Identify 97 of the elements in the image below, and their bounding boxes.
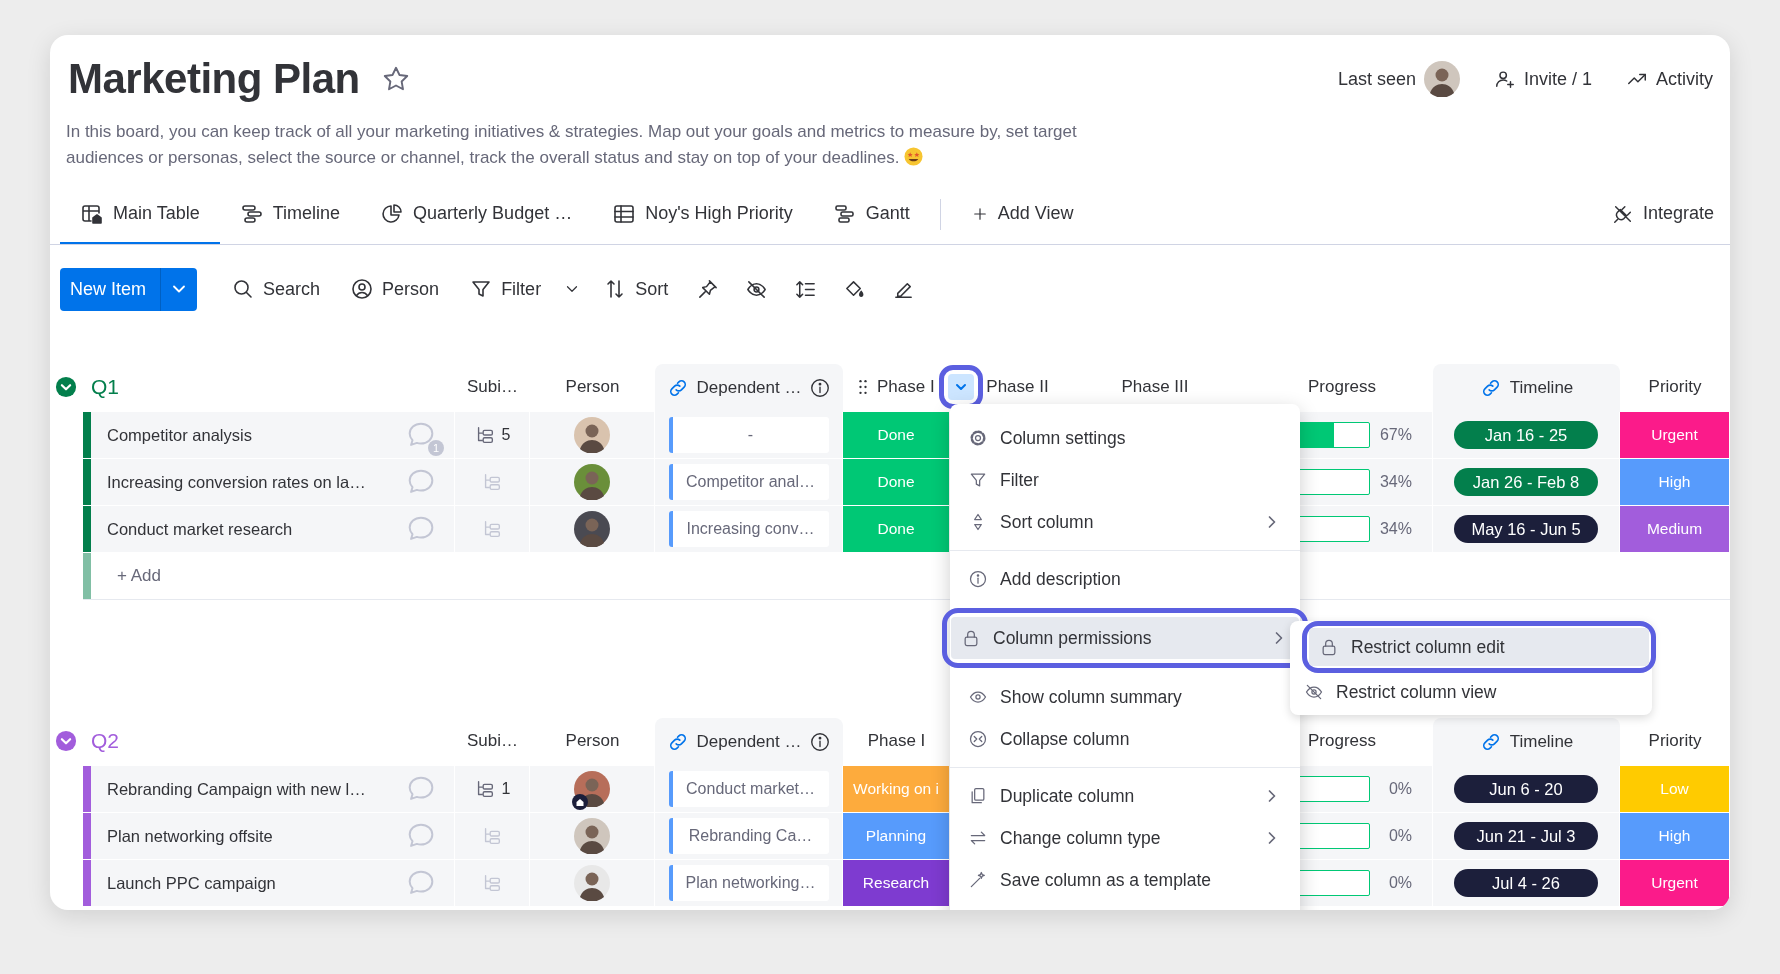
- person-plus-icon: [1493, 68, 1516, 90]
- menu-item[interactable]: Change column type: [958, 817, 1292, 859]
- column-header: Timeline: [1509, 731, 1574, 754]
- dependency-field[interactable]: -: [668, 417, 829, 453]
- activity-button[interactable]: Activity: [1621, 58, 1718, 100]
- view-tab[interactable]: Noy's High Priority: [592, 185, 813, 244]
- gear-icon: [968, 428, 988, 448]
- timeline-pill[interactable]: Jul 4 - 26: [1454, 869, 1598, 897]
- search-button[interactable]: Search: [219, 269, 333, 309]
- menu-item[interactable]: Column permissions: [951, 617, 1299, 659]
- menu-item[interactable]: Sort column: [958, 501, 1292, 543]
- invite-button[interactable]: Invite / 1: [1488, 58, 1597, 100]
- board-title: Marketing Plan: [68, 54, 360, 104]
- dependency-field[interactable]: Increasing conv…: [668, 511, 829, 547]
- status-label[interactable]: Research: [843, 860, 949, 906]
- group-title[interactable]: Q2: [91, 725, 119, 757]
- item-name[interactable]: Plan networking offsite: [91, 823, 404, 849]
- timeline-pill[interactable]: Jan 26 - Feb 8: [1454, 468, 1598, 496]
- progress-percent: 34%: [1379, 472, 1412, 492]
- group-title[interactable]: Q1: [91, 371, 119, 403]
- item-name[interactable]: Increasing conversion rates on la…: [91, 469, 404, 495]
- column-header: Phase III: [1121, 376, 1189, 399]
- column-header: Dependent …: [696, 731, 802, 754]
- person-icon: [350, 277, 375, 301]
- priority-label[interactable]: Medium: [1620, 506, 1729, 552]
- column-header: Dependent …: [696, 377, 802, 400]
- info-icon: [968, 569, 988, 589]
- column-header: Person: [565, 376, 620, 399]
- column-header: Phase I: [877, 376, 935, 399]
- item-name[interactable]: Conduct market research: [91, 516, 404, 542]
- menu-item[interactable]: Duplicate column: [958, 775, 1292, 817]
- avatar: [1423, 61, 1460, 97]
- magic-wand-icon: [968, 870, 988, 890]
- column-header: Subi…: [467, 376, 518, 399]
- menu-item[interactable]: Show column summary: [958, 676, 1292, 718]
- progress-percent: 0%: [1388, 873, 1412, 893]
- menu-item[interactable]: Add description: [958, 558, 1292, 600]
- dependency-field[interactable]: Conduct market…: [668, 771, 829, 807]
- timeline-pill[interactable]: May 16 - Jun 5: [1454, 515, 1598, 543]
- dependency-field[interactable]: Plan networking…: [668, 865, 829, 901]
- column-header: Timeline: [1509, 377, 1574, 400]
- last-seen-button[interactable]: Last seen: [1332, 54, 1465, 104]
- view-tab[interactable]: Timeline: [219, 185, 361, 244]
- timeline-pill[interactable]: Jun 21 - Jul 3: [1454, 822, 1598, 850]
- board-description: In this board, you can keep track of all your marketing initiatives & strategies. Map out your goals and metrics to measure by, set target audiences or personas, select the source or channel, track the overall status and stay on top of your deadlines.: [66, 121, 1078, 169]
- column-menu-button[interactable]: [947, 374, 974, 400]
- avatar: [574, 511, 610, 547]
- menu-item[interactable]: Column settings: [958, 417, 1292, 459]
- avatar: [574, 464, 610, 500]
- subitem-count: 1: [501, 779, 511, 799]
- add-item-button[interactable]: + Add: [91, 553, 161, 599]
- column-header: Person: [565, 730, 620, 753]
- person-filter-button[interactable]: Person: [338, 269, 452, 309]
- column-header: Subi…: [467, 730, 518, 753]
- collapse-group-icon[interactable]: [55, 376, 77, 398]
- priority-label[interactable]: Urgent: [1620, 860, 1729, 906]
- avatar: [574, 865, 610, 901]
- emoji-icon: [904, 147, 924, 166]
- item-name[interactable]: Competitor analysis: [91, 422, 404, 448]
- add-view-button[interactable]: Add View: [950, 185, 1094, 244]
- item-name[interactable]: Launch PPC campaign: [91, 870, 404, 896]
- collapse-group-icon[interactable]: [55, 730, 77, 752]
- avatar: [574, 818, 610, 854]
- column-header: Progress: [1308, 376, 1376, 399]
- pin-icon: [696, 277, 720, 301]
- timeline-pill[interactable]: Jan 16 - 25: [1454, 421, 1598, 449]
- view-tab[interactable]: Gantt: [812, 185, 930, 244]
- view-tab[interactable]: Main Table: [60, 185, 220, 244]
- progress-percent: 67%: [1379, 425, 1412, 445]
- column-header: Phase II: [986, 376, 1049, 399]
- sort-button[interactable]: Sort: [591, 269, 681, 309]
- menu-item[interactable]: Collapse column: [958, 718, 1292, 760]
- column-header: Phase I: [867, 730, 926, 753]
- hidden-eye-icon: [1304, 682, 1324, 702]
- progress-percent: 0%: [1388, 779, 1412, 799]
- dependency-field[interactable]: Competitor anal…: [668, 464, 829, 500]
- column-header: Progress: [1308, 730, 1376, 753]
- avatar: [574, 417, 610, 453]
- column-header: Priority: [1648, 376, 1702, 399]
- priority-label[interactable]: Urgent: [1620, 412, 1729, 458]
- timeline-pill[interactable]: Jun 6 - 20: [1454, 775, 1598, 803]
- integrate-button[interactable]: Integrate: [1591, 185, 1714, 244]
- progress-percent: 0%: [1388, 826, 1412, 846]
- collapse-icon: [968, 729, 988, 749]
- menu-item[interactable]: Save column as a template: [958, 859, 1292, 901]
- menu-item[interactable]: Restrict column view: [1294, 673, 1648, 711]
- filter-button[interactable]: Filter: [457, 269, 554, 309]
- menu-item[interactable]: Restrict column edit: [1309, 628, 1649, 666]
- view-tab[interactable]: Quarterly Budget …: [360, 185, 593, 244]
- column-header: Priority: [1648, 730, 1702, 753]
- pie-chart-icon: [380, 201, 405, 226]
- dependency-field[interactable]: Rebranding Ca…: [668, 818, 829, 854]
- menu-item[interactable]: Filter: [958, 459, 1292, 501]
- item-name[interactable]: Rebranding Campaign with new l…: [91, 776, 404, 802]
- comment-count: 1: [428, 440, 444, 456]
- subitem-count: 5: [501, 425, 511, 445]
- progress-percent: 34%: [1379, 519, 1412, 539]
